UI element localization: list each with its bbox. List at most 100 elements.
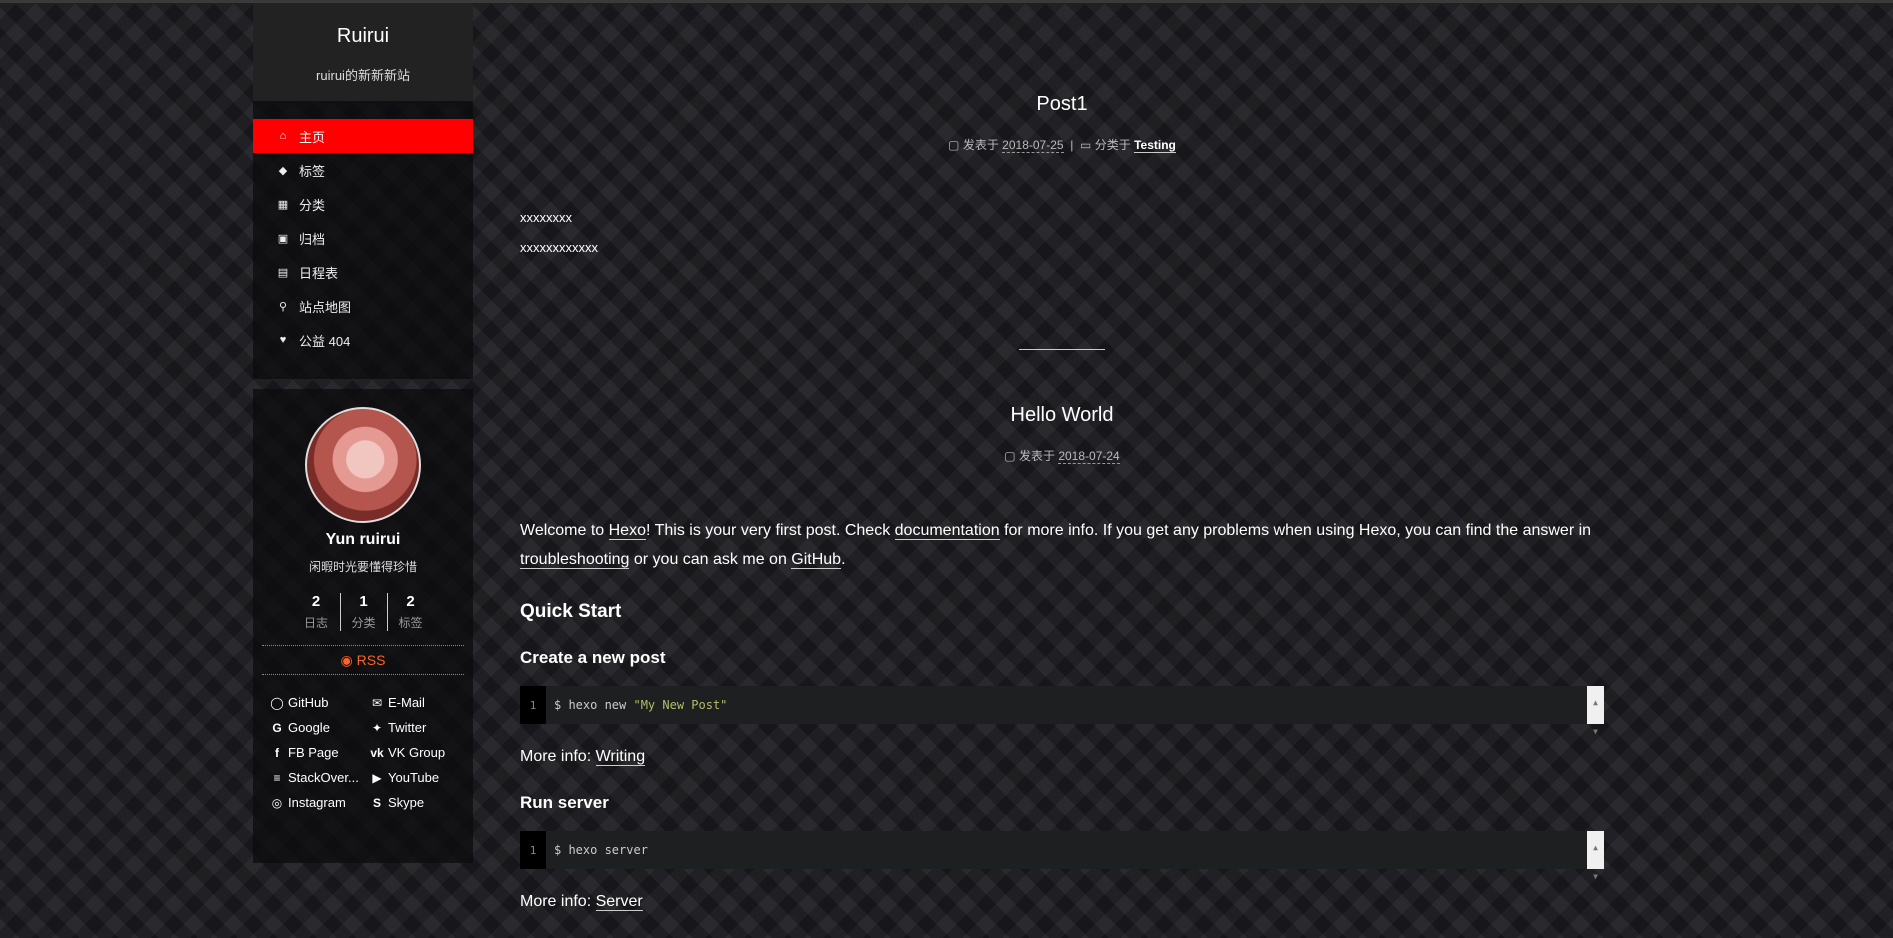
social-link-twitter[interactable]: ✦ Twitter [369, 720, 469, 735]
post-body: Welcome to Hexo! This is your very first… [520, 516, 1604, 916]
menu-item-tags[interactable]: ◆ 标签 [253, 153, 473, 187]
hexo-link[interactable]: Hexo [608, 522, 646, 540]
menu-item-sitemap[interactable]: ⚲ 站点地图 [253, 289, 473, 323]
stat-label: 标签 [398, 616, 423, 630]
more-info: More info: Server [520, 887, 1604, 916]
post-date: 2018-07-25 [1002, 138, 1064, 153]
stat-tags[interactable]: 2 标签 [386, 593, 434, 631]
post-title[interactable]: Post1 [520, 93, 1604, 116]
code-line: $ hexo server [546, 836, 648, 865]
code-block[interactable]: 1 $ hexo new "My New Post" ▲ ▼ [520, 686, 1604, 736]
social-link-label: GitHub [288, 695, 329, 710]
code-scrollbar[interactable]: ▲ ▼ [1587, 686, 1604, 736]
menu-item-label: 标签 [299, 163, 326, 179]
stat-posts[interactable]: 2 日志 [293, 593, 340, 631]
stat-categories[interactable]: 1 分类 [339, 593, 387, 631]
social-link-label: E-Mail [388, 695, 425, 710]
code-line: $ hexo new "My New Post" [546, 691, 727, 720]
avatar [305, 407, 421, 523]
social-link-facebook[interactable]: f FB Page [269, 745, 369, 760]
google-icon: G [272, 720, 282, 735]
menu-item-schedule[interactable]: ▤ 日程表 [253, 255, 473, 289]
menu-item-label: 站点地图 [299, 299, 352, 315]
menu-item-categories[interactable]: ▦ 分类 [253, 187, 473, 221]
rss-link[interactable]: ◉ RSS [262, 645, 464, 675]
social-link-label: Instagram [288, 795, 346, 810]
site-brand: Ruirui ruirui的新新新站 [253, 3, 473, 101]
posted-label: 发表于 [1018, 449, 1055, 463]
post-title[interactable]: Hello World [520, 404, 1604, 427]
code-command: $ hexo new [554, 697, 634, 712]
site-title[interactable]: Ruirui [253, 25, 473, 48]
social-link-stackoverflow[interactable]: ≡ StackOver... [269, 770, 369, 785]
menu-item-home[interactable]: ⌂ 主页 [253, 119, 473, 153]
intro-text: . [841, 551, 846, 568]
social-link-label: Twitter [388, 720, 427, 735]
social-link-instagram[interactable]: ◎ Instagram [269, 795, 369, 810]
scroll-down-icon[interactable]: ▼ [1593, 717, 1598, 746]
post-category-link[interactable]: Testing [1134, 138, 1176, 153]
documentation-link[interactable]: documentation [894, 522, 1000, 540]
more-info-label: More info: [520, 893, 596, 910]
youtube-icon: ▶ [372, 770, 382, 785]
sitemap-icon: ⚲ [278, 300, 288, 313]
post-intro: Welcome to Hexo! This is your very first… [520, 516, 1604, 574]
intro-text: or you can ask me on [629, 551, 792, 568]
envelope-icon: ✉ [371, 695, 383, 710]
troubleshooting-link[interactable]: troubleshooting [520, 551, 630, 569]
social-link-skype[interactable]: S Skype [369, 795, 469, 810]
stat-count: 1 [359, 593, 368, 610]
more-info: More info: Writing [520, 742, 1604, 771]
code-block[interactable]: 1 $ hexo server ▲ ▼ [520, 831, 1604, 881]
writing-link[interactable]: Writing [595, 748, 646, 766]
social-link-label: YouTube [388, 770, 440, 785]
category-label: 分类于 [1094, 138, 1131, 152]
social-link-label: VK Group [388, 745, 446, 760]
code-command: $ hexo server [554, 842, 648, 857]
scroll-up-icon[interactable]: ▲ [1593, 688, 1598, 717]
stat-label: 分类 [351, 616, 376, 630]
social-link-email[interactable]: ✉ E-Mail [369, 695, 469, 710]
section-heading: Create a new post [520, 648, 666, 667]
social-links: ◯ GitHub ✉ E-Mail G Google ✦ Twitter f FB Pag… [253, 675, 473, 810]
social-link-github[interactable]: ◯ GitHub [269, 695, 369, 710]
social-link-google[interactable]: G Google [269, 720, 369, 735]
main-menu: ⌂ 主页 ◆ 标签 ▦ 分类 ▣ 归档 ▤ 日程表 ⚲ 站点地图 ♥ 公益 40… [253, 101, 473, 379]
site-stats: 2 日志 1 分类 2 标签 [253, 593, 473, 631]
line-number: 1 [520, 831, 546, 869]
stat-label: 日志 [303, 616, 328, 630]
rss-label: RSS [356, 652, 386, 668]
social-link-vk[interactable]: vk VK Group [369, 745, 469, 760]
github-icon: ◯ [270, 695, 284, 710]
home-icon: ⌂ [279, 130, 287, 142]
scroll-up-icon[interactable]: ▲ [1593, 833, 1598, 862]
site-subtitle: ruirui的新新新站 [316, 68, 410, 83]
menu-item-label: 分类 [299, 197, 326, 213]
th-icon: ▦ [277, 198, 289, 211]
social-link-label: StackOver... [288, 770, 359, 785]
line-number: 1 [520, 686, 546, 724]
code-string: "My New Post" [633, 697, 728, 712]
vk-icon: vk [370, 745, 384, 760]
post-divider [1019, 349, 1105, 350]
social-link-youtube[interactable]: ▶ YouTube [369, 770, 469, 785]
meta-separator: | [1070, 138, 1074, 152]
social-link-label: Google [288, 720, 330, 735]
more-info-label: More info: [520, 748, 596, 765]
tags-icon: ◆ [278, 164, 288, 177]
stat-count: 2 [406, 593, 415, 610]
server-link[interactable]: Server [595, 893, 643, 911]
github-link[interactable]: GitHub [791, 551, 842, 569]
heartbeat-icon: ♥ [279, 334, 287, 346]
menu-item-archives[interactable]: ▣ 归档 [253, 221, 473, 255]
main-content: Post1 ▢ 发表于 2018-07-25 | ▭ 分类于 Testing x… [520, 3, 1604, 916]
intro-text: ! This is your very first post. Check [645, 522, 895, 539]
stat-count: 2 [311, 593, 321, 610]
code-scrollbar[interactable]: ▲ ▼ [1587, 831, 1604, 881]
scroll-down-icon[interactable]: ▼ [1593, 862, 1598, 891]
menu-item-label: 日程表 [299, 265, 339, 281]
post-body: xxxxxxxx xxxxxxxxxxxx [520, 203, 1604, 263]
posted-label: 发表于 [962, 138, 999, 152]
menu-item-commonweal[interactable]: ♥ 公益 404 [253, 323, 473, 357]
post-meta: ▢ 发表于 2018-07-24 [520, 447, 1604, 464]
